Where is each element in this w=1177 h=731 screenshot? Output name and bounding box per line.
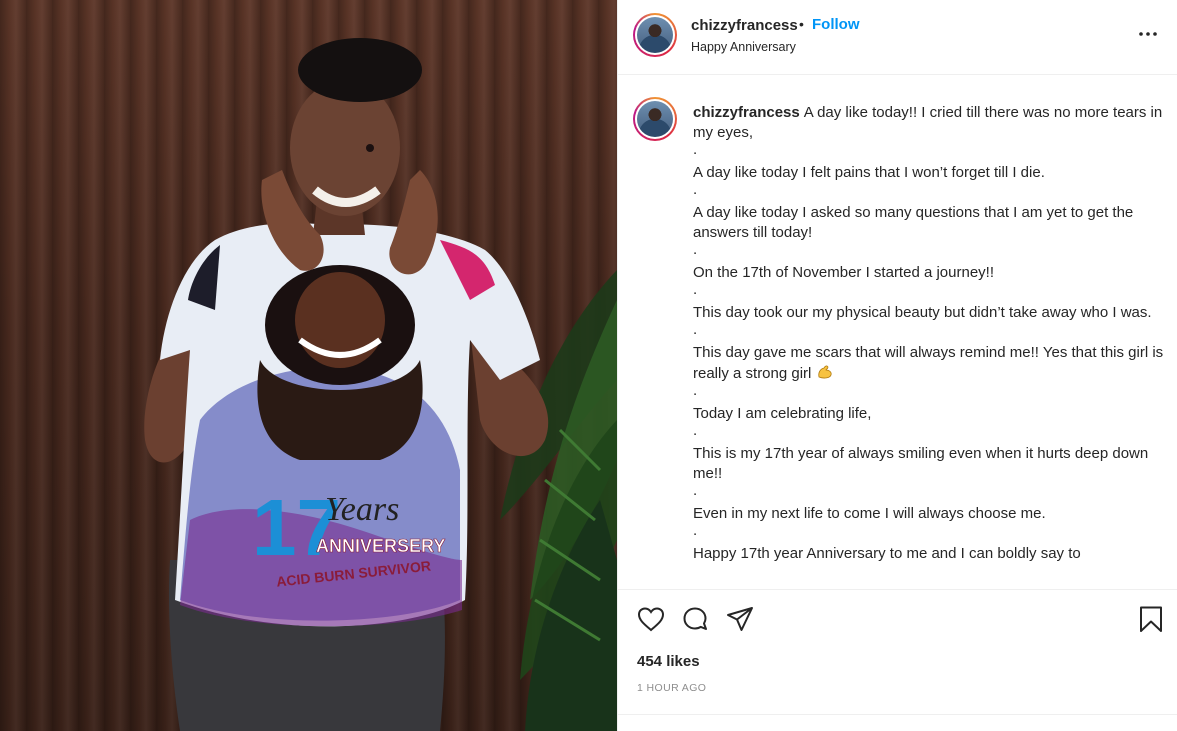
caption-line: This day took our my physical beauty but…	[693, 304, 1152, 321]
avatar[interactable]	[633, 13, 677, 57]
caption-line: .	[693, 141, 698, 158]
caption-line: Today I am celebrating life,	[693, 405, 872, 422]
caption-avatar[interactable]	[633, 97, 677, 141]
caption-line: .	[693, 422, 698, 439]
hair	[298, 38, 422, 102]
caption-line: This day gave me scars that will always …	[693, 344, 1164, 382]
caption-username-link[interactable]: chizzyfrancess	[693, 104, 800, 121]
caption-line: .	[693, 522, 698, 539]
caption-line: .	[693, 241, 698, 258]
header-username-link[interactable]: chizzyfrancess	[691, 17, 798, 34]
caption-line: chizzyfrancess A day like today!! I cried…	[693, 104, 1163, 141]
location-link[interactable]: Happy Anniversary	[691, 40, 796, 54]
caption-line: A day like today I asked so many questio…	[693, 204, 1134, 241]
caption-line: .	[693, 321, 698, 338]
likes-count[interactable]: 454 likes	[637, 653, 700, 670]
post-photo[interactable]: 17 Years ANNIVERSERY ACID BURN SURVIVOR	[0, 0, 617, 731]
post-header: chizzyfrancess • Follow Happy Anniversar…	[618, 0, 1177, 75]
comments-section[interactable]: chizzyfrancess A day like today!! I cried…	[618, 76, 1177, 590]
post-timestamp[interactable]: 1 HOUR AGO	[637, 682, 706, 694]
post-side-panel: chizzyfrancess • Follow Happy Anniversar…	[617, 0, 1177, 731]
caption-line: .	[693, 281, 698, 298]
caption-line: .	[693, 181, 698, 198]
caption-line: .	[693, 482, 698, 499]
comment-bubble-icon[interactable]	[680, 604, 710, 634]
post-caption: chizzyfrancess A day like today!! I cried…	[693, 103, 1168, 564]
caption-line: Happy 17th year Anniversary to me and I …	[693, 545, 1081, 562]
caption-line: A day like today I felt pains that I won…	[693, 164, 1045, 181]
caption-line: On the 17th of November I started a jour…	[693, 264, 994, 281]
post-photo-illustration: 17 Years ANNIVERSERY ACID BURN SURVIVOR	[144, 38, 617, 731]
post-actions	[618, 590, 1177, 646]
caption-line: Even in my next life to come I will alwa…	[693, 505, 1046, 522]
caption-line: This is my 17th year of always smiling e…	[693, 445, 1149, 482]
caption-line: .	[693, 382, 698, 399]
bookmark-icon[interactable]	[1136, 604, 1166, 634]
add-comment-bar[interactable]	[618, 714, 1177, 731]
shirt-text-years: Years	[325, 491, 399, 528]
paper-plane-icon[interactable]	[725, 604, 755, 634]
shirt-text-anniversary: ANNIVERSERY	[316, 536, 445, 556]
header-separator: •	[799, 16, 804, 32]
flexed-biceps-emoji-icon	[816, 363, 834, 381]
more-options-icon[interactable]	[1137, 24, 1159, 44]
heart-icon[interactable]	[636, 604, 666, 634]
follow-button[interactable]: Follow	[812, 16, 860, 33]
